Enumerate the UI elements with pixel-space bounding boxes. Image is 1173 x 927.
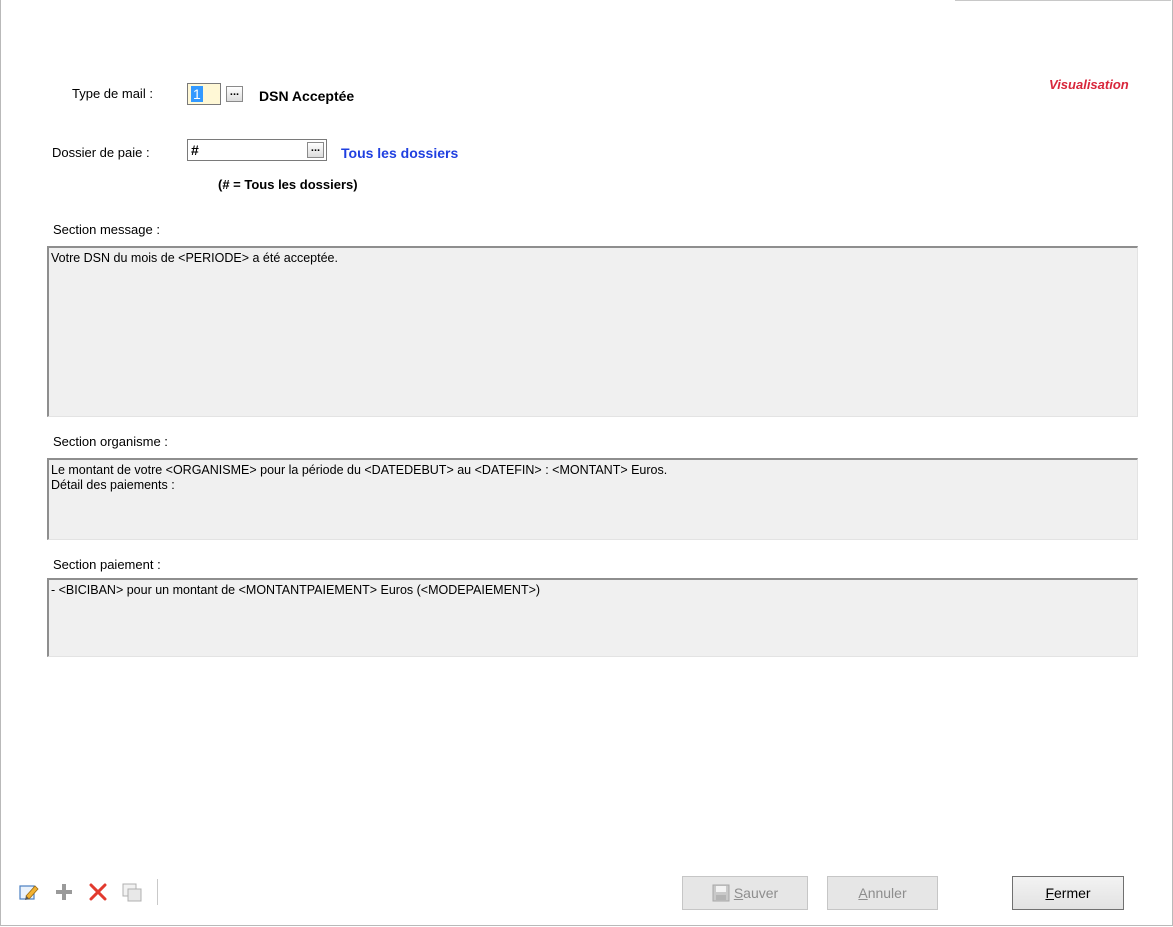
dossier-label: Dossier de paie : bbox=[52, 145, 150, 160]
dossier-value: # bbox=[191, 142, 199, 158]
save-icon bbox=[712, 884, 730, 902]
section-message-textarea[interactable]: Votre DSN du mois de <PERIODE> a été acc… bbox=[47, 246, 1138, 417]
section-organisme-label: Section organisme : bbox=[53, 434, 168, 449]
dossier-description: Tous les dossiers bbox=[341, 145, 459, 161]
cancel-mnemonic: A bbox=[858, 885, 868, 901]
toolbar-separator bbox=[157, 879, 158, 905]
close-mnemonic: F bbox=[1045, 885, 1054, 901]
type-mail-description: DSN Acceptée bbox=[259, 88, 355, 104]
cancel-button[interactable]: Annuler bbox=[827, 876, 938, 910]
section-organisme-textarea[interactable]: Le montant de votre <ORGANISME> pour la … bbox=[47, 458, 1138, 540]
type-mail-input[interactable]: 1 ... bbox=[187, 83, 243, 105]
save-mnemonic: S bbox=[733, 885, 744, 901]
type-mail-value: 1 bbox=[191, 86, 203, 102]
type-mail-browse-button[interactable]: ... bbox=[226, 86, 243, 102]
section-paiement-textarea[interactable]: - <BICIBAN> pour un montant de <MONTANTP… bbox=[47, 578, 1138, 657]
dossier-hint: (# = Tous les dossiers) bbox=[218, 177, 358, 192]
edit-icon[interactable] bbox=[18, 881, 40, 903]
cancel-label: nnuler bbox=[867, 885, 907, 901]
delete-icon[interactable] bbox=[87, 881, 109, 903]
save-label: auver bbox=[743, 885, 779, 901]
add-icon[interactable] bbox=[53, 881, 75, 903]
duplicate-icon[interactable] bbox=[121, 881, 143, 903]
dossier-browse-button[interactable]: ... bbox=[307, 142, 324, 158]
dossier-input[interactable]: # ... bbox=[187, 139, 327, 161]
section-paiement-label: Section paiement : bbox=[53, 557, 161, 572]
mode-indicator: Visualisation bbox=[1049, 77, 1129, 92]
close-button[interactable]: Fermer bbox=[1012, 876, 1124, 910]
section-message-label: Section message : bbox=[53, 222, 160, 237]
top-edge bbox=[955, 0, 1171, 1]
close-label: ermer bbox=[1054, 885, 1091, 901]
save-button[interactable]: Sauver bbox=[682, 876, 808, 910]
type-mail-label: Type de mail : bbox=[72, 86, 153, 101]
